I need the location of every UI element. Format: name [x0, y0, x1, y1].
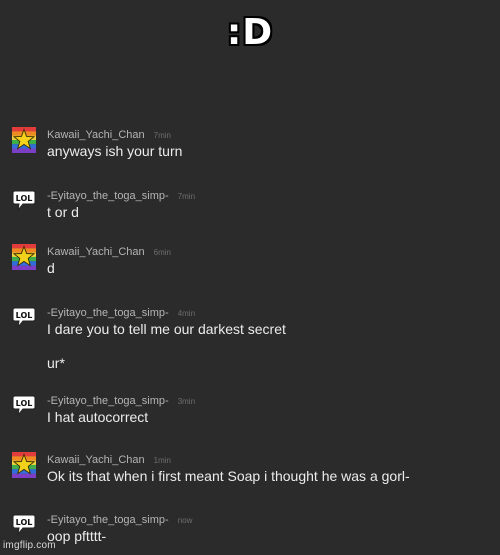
rainbow-star-icon	[12, 244, 36, 270]
lol-speech-bubble-icon: LOL	[12, 190, 36, 212]
message-text: t or d	[47, 204, 79, 220]
message-text: anyways ish your turn	[47, 143, 183, 159]
message-header: Kawaii_Yachi_Chan 1min	[47, 452, 171, 468]
message-text-followup: ur*	[47, 355, 65, 371]
imgflip-watermark: imgflip.com	[3, 540, 56, 551]
message-header: Kawaii_Yachi_Chan 6min	[47, 244, 171, 260]
message-header: Kawaii_Yachi_Chan 7min	[47, 127, 171, 143]
meme-caption: :D	[226, 12, 274, 53]
lol-label: LOL	[16, 194, 33, 203]
message-text: I hat autocorrect	[47, 409, 149, 425]
timestamp: 7min	[177, 192, 196, 201]
username[interactable]: Kawaii_Yachi_Chan	[47, 246, 145, 258]
rainbow-star-icon	[12, 452, 36, 478]
username[interactable]: -Eyitayo_the_toga_simp-	[47, 514, 169, 526]
timestamp: 6min	[153, 248, 171, 257]
username[interactable]: Kawaii_Yachi_Chan	[47, 129, 145, 141]
message-header: -Eyitayo_the_toga_simp- 3min	[47, 393, 195, 409]
lol-speech-bubble-icon: LOL	[12, 307, 36, 329]
timestamp: 3min	[177, 397, 196, 406]
lol-label: LOL	[16, 399, 33, 408]
lol-speech-bubble-icon: LOL	[12, 395, 36, 417]
message-text: oop pftttt-	[47, 528, 107, 544]
timestamp: 7min	[153, 131, 171, 140]
timestamp: 1min	[153, 456, 171, 465]
username[interactable]: -Eyitayo_the_toga_simp-	[47, 307, 169, 319]
username[interactable]: Kawaii_Yachi_Chan	[47, 454, 145, 466]
username[interactable]: -Eyitayo_the_toga_simp-	[47, 190, 169, 202]
timestamp: 4min	[177, 309, 196, 318]
message-header: -Eyitayo_the_toga_simp- 4min	[47, 305, 195, 321]
lol-label: LOL	[16, 518, 33, 527]
message-text: Ok its that when i first meant Soap i th…	[47, 468, 410, 484]
timestamp: now	[177, 516, 193, 525]
lol-label: LOL	[16, 311, 33, 320]
message-header: -Eyitayo_the_toga_simp-now	[47, 512, 192, 528]
message-text: d	[47, 260, 55, 276]
rainbow-star-icon	[12, 127, 36, 153]
username[interactable]: -Eyitayo_the_toga_simp-	[47, 395, 169, 407]
message-text: I dare you to tell me our darkest secret	[47, 321, 286, 337]
lol-speech-bubble-icon: LOL	[12, 514, 36, 536]
message-header: -Eyitayo_the_toga_simp- 7min	[47, 188, 195, 204]
